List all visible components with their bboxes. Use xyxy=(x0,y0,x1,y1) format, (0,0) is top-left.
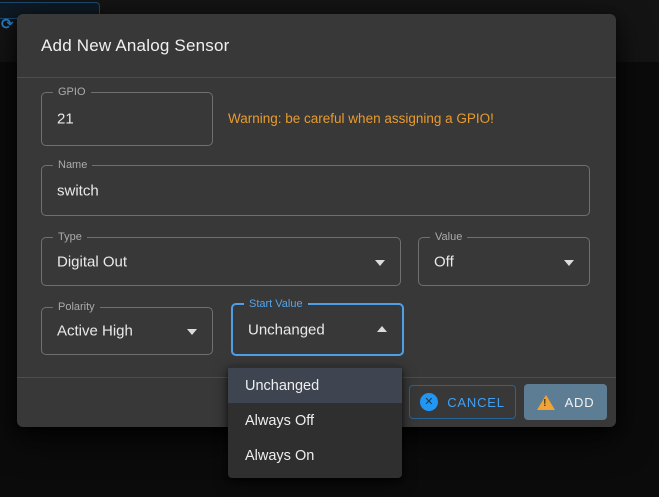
dialog-title: Add New Analog Sensor xyxy=(41,36,230,56)
polarity-select-label: Polarity xyxy=(53,301,100,313)
value-select[interactable]: Value Off xyxy=(418,237,590,286)
chevron-up-icon xyxy=(377,326,387,332)
add-button-label: ADD xyxy=(565,395,595,410)
polarity-select-value: Active High xyxy=(57,323,133,340)
value-select-label: Value xyxy=(430,231,467,243)
cancel-button-label: CANCEL xyxy=(447,395,505,410)
gpio-warning-text: Warning: be careful when assigning a GPI… xyxy=(228,111,598,126)
gpio-field-label: GPIO xyxy=(53,86,91,98)
chevron-down-icon xyxy=(187,329,197,335)
chevron-down-icon xyxy=(564,260,574,266)
refresh-icon: ⟳ xyxy=(1,17,17,33)
cancel-button[interactable]: ✕ CANCEL xyxy=(409,385,516,419)
type-select-label: Type xyxy=(53,231,87,243)
screen: { "background": { "refresh_icon_glyph": … xyxy=(0,0,659,497)
warning-triangle-icon: ! xyxy=(537,395,555,410)
start-value-select[interactable]: Start Value Unchanged xyxy=(231,303,404,356)
menu-item-always-on[interactable]: Always On xyxy=(228,438,402,473)
gpio-field-value: 21 xyxy=(57,111,74,128)
start-value-dropdown-menu: Unchanged Always Off Always On xyxy=(228,366,402,478)
type-select[interactable]: Type Digital Out xyxy=(41,237,401,286)
type-select-value: Digital Out xyxy=(57,253,127,270)
chevron-down-icon xyxy=(375,260,385,266)
polarity-select[interactable]: Polarity Active High xyxy=(41,307,213,355)
header-divider xyxy=(17,77,616,78)
name-field-label: Name xyxy=(53,159,92,171)
cancel-circle-x-icon: ✕ xyxy=(420,393,438,411)
name-field-value: switch xyxy=(57,182,99,199)
name-field[interactable]: Name switch xyxy=(41,165,590,216)
add-button[interactable]: ! ADD xyxy=(524,384,607,420)
menu-item-unchanged[interactable]: Unchanged xyxy=(228,368,402,403)
gpio-field[interactable]: GPIO 21 xyxy=(41,92,213,146)
menu-item-always-off[interactable]: Always Off xyxy=(228,403,402,438)
value-select-value: Off xyxy=(434,253,454,270)
start-value-select-value: Unchanged xyxy=(248,321,325,338)
start-value-select-label: Start Value xyxy=(244,298,308,310)
